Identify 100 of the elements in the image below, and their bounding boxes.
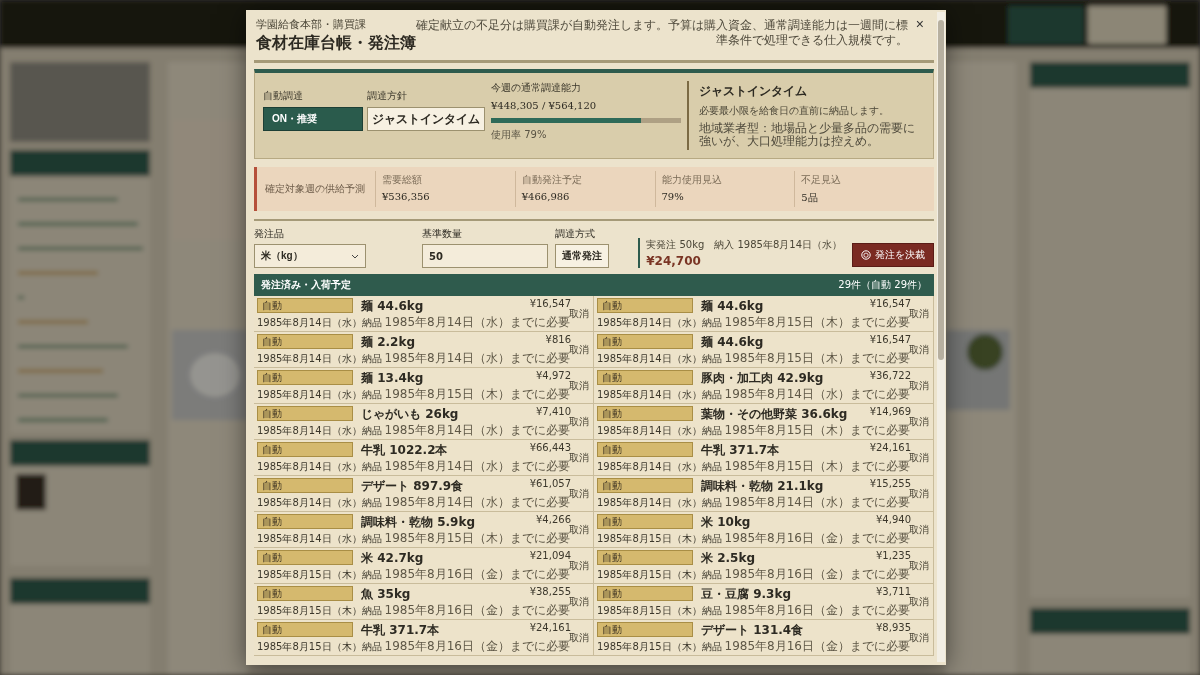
stat-label: 不足見込 <box>801 173 843 187</box>
usage-rate: 使用率 79% <box>491 128 548 142</box>
delivery-date: 1985年8月15日（木）納品 <box>257 604 382 618</box>
stat-value: 5品 <box>801 191 819 205</box>
delivery-date: 1985年8月15日（木）納品 <box>257 568 382 582</box>
auto-tag: 自動 <box>597 550 693 565</box>
order-price: ¥4,972 <box>536 370 571 381</box>
auto-tag: 自動 <box>597 442 693 457</box>
department-label: 学園給食本部・購買課 <box>256 18 367 32</box>
dialog-title: 食材在庫台帳・発注簿 <box>256 33 416 54</box>
need-by-date: 1985年8月15日（木）までに必要 <box>724 459 910 475</box>
need-by-date: 1985年8月14日（水）までに必要 <box>384 315 570 331</box>
method-button[interactable]: 通常発注 <box>555 244 609 268</box>
order-price: ¥14,969 <box>869 406 911 417</box>
order-price: ¥7,410 <box>536 406 571 417</box>
order-summary: 実発注 50kg 納入 1985年8月14日（水） <box>646 238 842 252</box>
need-by-date: 1985年8月16日（金）までに必要 <box>384 567 570 583</box>
delivery-date: 1985年8月15日（木）納品 <box>597 640 722 654</box>
order-price: ¥3,711 <box>876 586 911 597</box>
auto-tag: 自動 <box>597 370 693 385</box>
item-select[interactable]: 米（kg） <box>254 244 366 268</box>
scroll-thumb[interactable] <box>938 20 944 360</box>
capacity-amount: ¥448,305 / ¥564,120 <box>491 100 598 111</box>
order-price: ¥16,547 <box>869 334 911 345</box>
order-price: ¥4,940 <box>876 514 911 525</box>
order-price: ¥38,255 <box>529 586 571 597</box>
need-by-date: 1985年8月14日（水）までに必要 <box>384 495 570 511</box>
order-item-name: 牛乳 371.7本 <box>361 622 440 638</box>
auto-procurement-toggle[interactable]: ON・推奨 <box>263 107 363 131</box>
delivery-date: 1985年8月15日（木）納品 <box>597 532 722 546</box>
chevron-down-icon <box>351 253 359 259</box>
order-price: ¥61,057 <box>529 478 571 489</box>
policy-text: 必要最小限を給食日の直前に納品します。 <box>699 104 890 118</box>
policy-label: 調達方針 <box>367 89 408 103</box>
order-item-name: 牛乳 371.7本 <box>701 442 780 458</box>
delivery-date: 1985年8月14日（水）納品 <box>597 496 722 510</box>
order-item-name: 麺 13.4kg <box>361 370 424 386</box>
item-label: 発注品 <box>254 227 285 241</box>
auto-tag: 自動 <box>597 586 693 601</box>
capacity-label: 今週の通常調達能力 <box>491 81 582 95</box>
stat-label: 能力使用見込 <box>661 173 723 187</box>
stat-value: 79% <box>661 191 685 202</box>
delivery-date: 1985年8月14日（水）納品 <box>257 388 382 402</box>
order-item-name: 米 10kg <box>701 514 751 530</box>
order-price: ¥66,443 <box>529 442 571 453</box>
need-by-date: 1985年8月14日（水）までに必要 <box>384 459 570 475</box>
method-label: 調達方式 <box>555 227 596 241</box>
order-price: ¥1,235 <box>876 550 911 561</box>
auto-tag: 自動 <box>597 622 693 637</box>
delivery-date: 1985年8月14日（水）納品 <box>257 532 382 546</box>
need-by-date: 1985年8月16日（金）までに必要 <box>724 639 910 655</box>
auto-tag: 自動 <box>257 550 353 565</box>
close-button[interactable]: × <box>911 16 928 32</box>
order-item-name: 麺 44.6kg <box>701 334 764 350</box>
need-by-date: 1985年8月16日（金）までに必要 <box>724 567 910 583</box>
auto-tag: 自動 <box>597 406 693 421</box>
auto-tag: 自動 <box>257 622 353 637</box>
delivery-date: 1985年8月14日（水）納品 <box>257 496 382 510</box>
order-item-name: 調味料・乾物 21.1kg <box>701 478 824 494</box>
order-price: ¥21,094 <box>529 550 571 561</box>
quantity-field[interactable]: 50 <box>422 244 548 268</box>
delivery-date: 1985年8月14日（水）納品 <box>597 460 722 474</box>
auto-tag: 自動 <box>257 406 353 421</box>
policy-button[interactable]: ジャストインタイム <box>367 107 485 131</box>
approve-order-button[interactable]: 発注を決裁 <box>852 243 934 267</box>
scrollbar[interactable] <box>937 12 945 662</box>
order-price: ¥16,547 <box>869 298 911 309</box>
delivery-date: 1985年8月14日（水）納品 <box>597 316 722 330</box>
order-price: ¥816 <box>545 334 571 345</box>
delivery-date: 1985年8月15日（木）納品 <box>597 568 722 582</box>
order-total: ¥24,700 <box>646 254 702 268</box>
stat-label: 需要総額 <box>382 173 423 187</box>
order-item-name: 豚肉・加工肉 42.9kg <box>701 370 824 386</box>
order-item-name: 調味料・乾物 5.9kg <box>361 514 475 530</box>
order-item-name: 麺 2.2kg <box>361 334 415 350</box>
order-price: ¥24,161 <box>529 622 571 633</box>
order-item-name: 米 2.5kg <box>701 550 755 566</box>
need-by-date: 1985年8月14日（水）までに必要 <box>384 423 570 439</box>
need-by-date: 1985年8月14日（水）までに必要 <box>724 387 910 403</box>
need-by-date: 1985年8月15日（木）までに必要 <box>724 423 910 439</box>
delivery-date: 1985年8月14日（水）納品 <box>257 460 382 474</box>
order-item-name: 牛乳 1022.2本 <box>361 442 448 458</box>
auto-tag: 自動 <box>257 478 353 493</box>
delivery-date: 1985年8月14日（水）納品 <box>597 424 722 438</box>
auto-tag: 自動 <box>597 298 693 313</box>
order-item-name: デザート 131.4食 <box>701 622 804 638</box>
order-item-name: デザート 897.9食 <box>361 478 464 494</box>
forecast-title: 確定対象週の供給予測 <box>264 182 366 196</box>
need-by-date: 1985年8月14日（水）までに必要 <box>724 495 910 511</box>
need-by-date: 1985年8月16日（金）までに必要 <box>384 603 570 619</box>
order-item-name: じゃがいも 26kg <box>361 406 459 422</box>
orders-title: 発注済み・入荷予定 <box>261 278 351 292</box>
need-by-date: 1985年8月15日（木）までに必要 <box>724 351 910 367</box>
auto-tag: 自動 <box>257 334 353 349</box>
order-item-name: 米 42.7kg <box>361 550 424 566</box>
auto-tag: 自動 <box>257 586 353 601</box>
auto-tag: 自動 <box>257 514 353 529</box>
need-by-date: 1985年8月15日（木）までに必要 <box>724 315 910 331</box>
policy-note: 地域業者型：地場品と少量多品の需要に強いが、大口処理能力は控えめ。 <box>699 122 916 148</box>
auto-tag: 自動 <box>257 370 353 385</box>
